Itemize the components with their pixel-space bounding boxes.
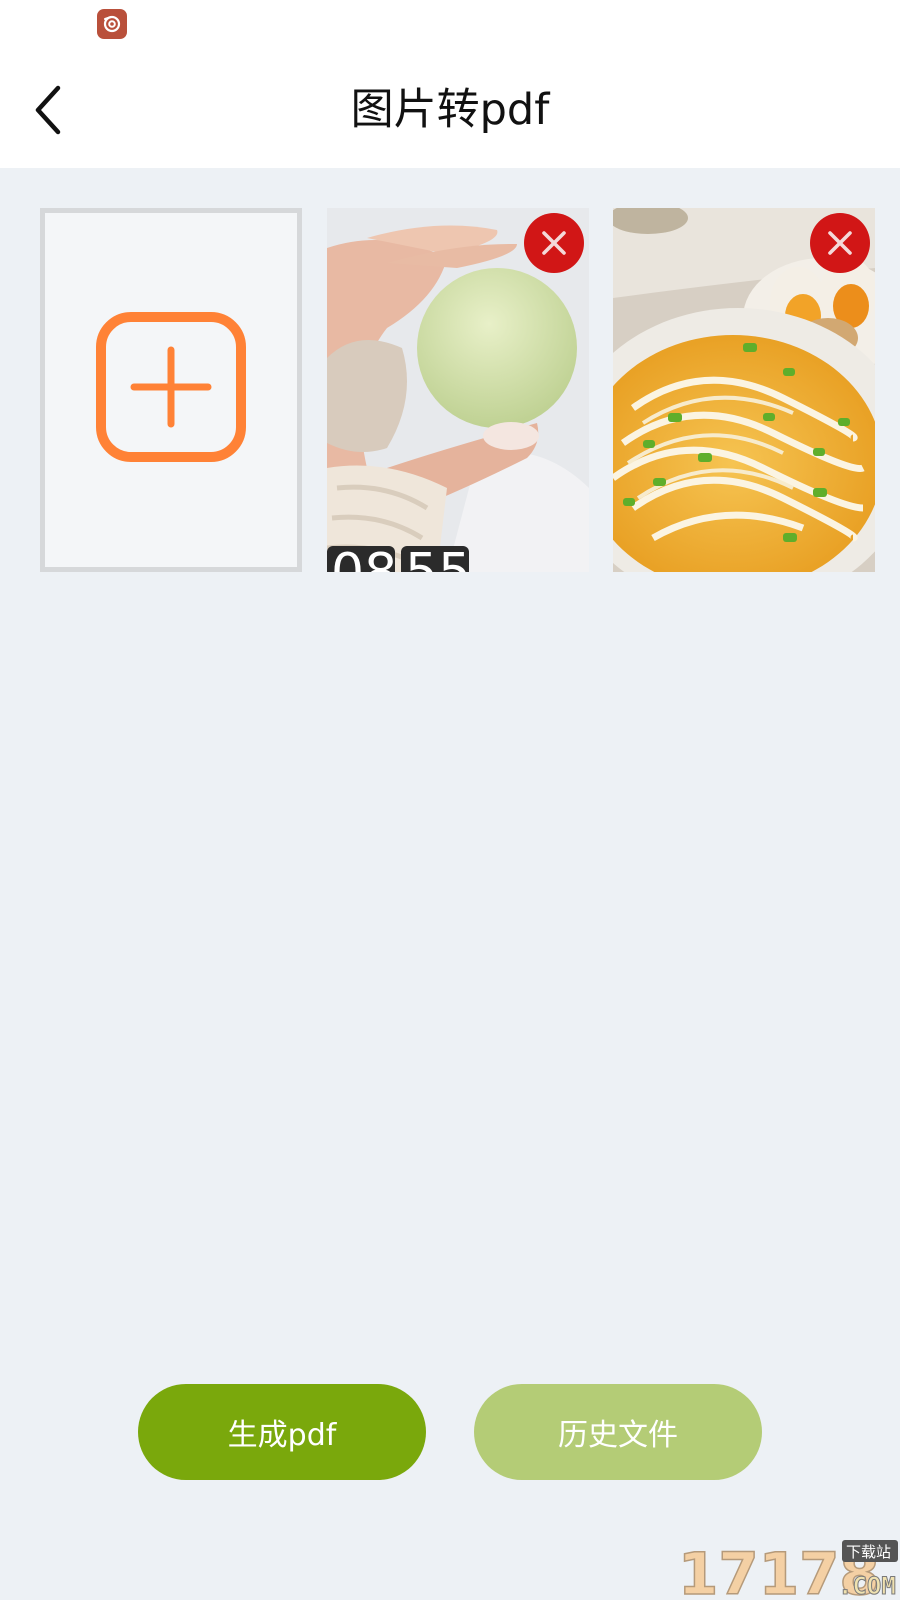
back-button[interactable] [18,78,82,142]
image-thumbnail[interactable]: 08 55 [327,208,589,572]
add-square-icon [96,312,246,462]
status-bar [0,0,900,52]
image-thumbnail[interactable] [613,208,875,572]
nav-bar: 图片转pdf [0,52,900,168]
add-image-button[interactable] [40,208,302,572]
svg-text:55: 55 [405,543,471,572]
remove-image-button[interactable] [524,213,584,273]
svg-text:.COM: .COM [838,1572,896,1598]
page-title: 图片转pdf [350,85,550,135]
close-icon [542,231,566,255]
chevron-left-icon [35,85,61,135]
remove-image-button[interactable] [810,213,870,273]
notification-app-icon [97,9,127,39]
svg-text:08: 08 [331,543,397,572]
watermark-logo: 17178 下载站 .COM [677,1539,898,1598]
history-files-button[interactable]: 历史文件 [474,1384,762,1480]
close-icon [828,231,852,255]
generate-pdf-button[interactable]: 生成pdf [138,1384,426,1480]
svg-text:下载站: 下载站 [846,1543,891,1561]
